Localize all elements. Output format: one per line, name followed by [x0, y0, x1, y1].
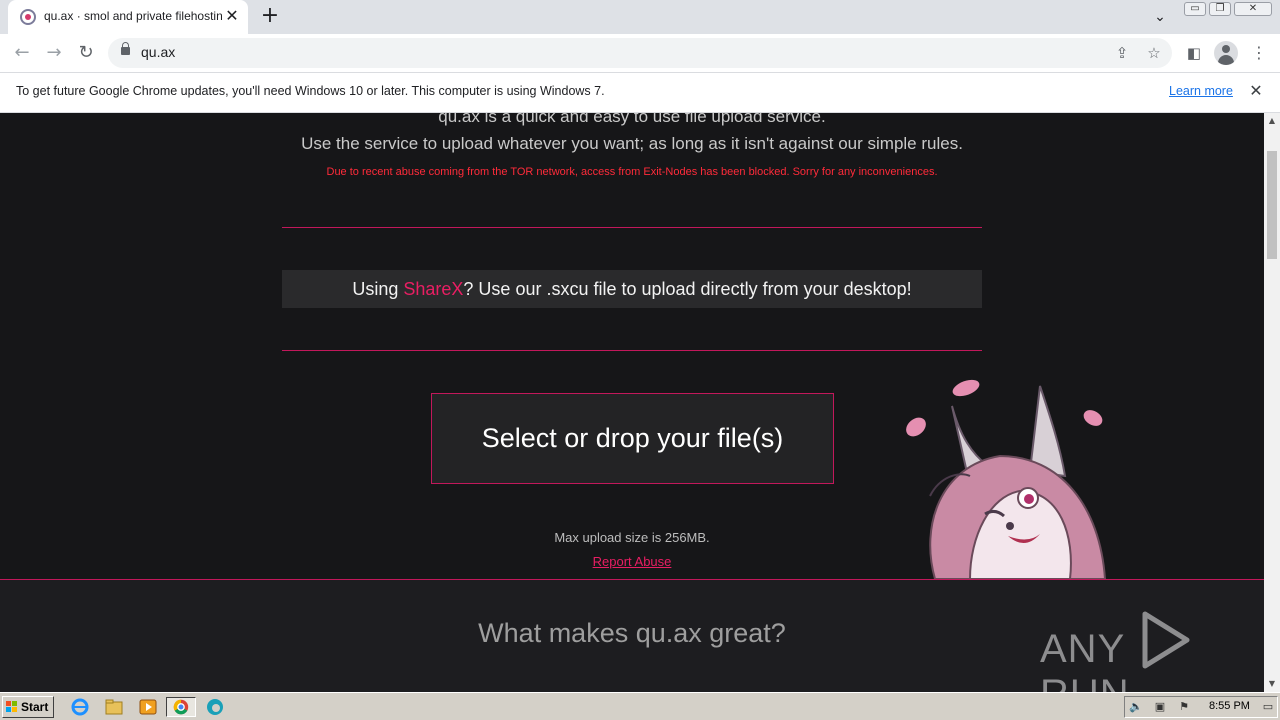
sharex-prefix: Using [352, 279, 404, 299]
learn-more-link[interactable]: Learn more [1169, 84, 1233, 98]
edge-icon[interactable] [204, 697, 226, 717]
intro-line-2: Use the service to upload whatever you w… [301, 134, 963, 153]
kebab-menu-icon[interactable]: ⋮ [1248, 42, 1270, 64]
infobar-message: To get future Google Chrome updates, you… [16, 84, 605, 98]
file-dropzone-button[interactable]: Select or drop your file(s) [431, 393, 834, 484]
tab-title: qu.ax · smol and private filehosting [44, 9, 222, 23]
page-viewport: qu.ax is a quick and easy to use file up… [0, 113, 1264, 692]
file-explorer-icon[interactable] [103, 697, 125, 717]
profile-avatar-icon[interactable] [1214, 41, 1238, 65]
watermark-text-left: ANY [1040, 627, 1125, 671]
watermark-text-right: RUN [1040, 672, 1130, 692]
scroll-down-arrow-icon[interactable]: ▼ [1264, 676, 1280, 692]
action-center-flag-icon[interactable]: ⚑ [1177, 700, 1191, 714]
system-tray: 🔈 ▣ ⚑ 8:55 PM ▭ [1124, 696, 1278, 718]
browser-tab[interactable]: qu.ax · smol and private filehosting ✕ [8, 0, 248, 34]
page-scrollbar[interactable]: ▲ ▼ [1264, 113, 1280, 692]
sharex-banner: Using ShareX? Use our .sxcu file to uplo… [282, 270, 982, 308]
internet-explorer-icon[interactable] [69, 697, 91, 717]
play-triangle-icon [1142, 611, 1190, 669]
media-player-icon[interactable] [137, 697, 159, 717]
new-tab-button[interactable]: + [258, 5, 282, 29]
clock[interactable]: 8:55 PM [1209, 700, 1250, 712]
back-arrow-icon[interactable]: ← [9, 40, 35, 66]
anyrun-watermark: ANY RUN [1040, 610, 1264, 692]
scroll-up-arrow-icon[interactable]: ▲ [1264, 113, 1280, 129]
features-section: What makes qu.ax great? ANY RUN [0, 579, 1264, 692]
site-favicon-icon [20, 9, 36, 25]
share-icon[interactable]: ⇪ [1112, 43, 1132, 63]
lock-icon[interactable] [121, 42, 130, 55]
report-abuse-link[interactable]: Report Abuse [0, 554, 1264, 569]
update-infobar: To get future Google Chrome updates, you… [0, 72, 1280, 113]
window-maximize-button[interactable]: ❐ [1209, 2, 1231, 16]
scrollbar-thumb[interactable] [1267, 151, 1277, 259]
tor-notice: Due to recent abuse coming from the TOR … [326, 166, 938, 178]
sharex-suffix[interactable]: ? Use our .sxcu file to upload directly … [463, 279, 911, 299]
taskbar: Start 🔈 ▣ ⚑ 8:55 PM ▭ [0, 692, 1280, 720]
start-label: Start [21, 700, 49, 714]
bookmark-star-icon[interactable]: ☆ [1144, 43, 1164, 63]
max-upload-size: Max upload size is 256MB. [554, 530, 710, 545]
tab-search-chevron-icon[interactable]: ⌄ [1150, 7, 1170, 27]
tab-strip: qu.ax · smol and private filehosting ✕ +… [0, 0, 1280, 34]
divider [282, 227, 982, 228]
start-button[interactable]: Start [2, 696, 54, 718]
mascot-image [906, 379, 1107, 579]
tab-close-icon[interactable]: ✕ [222, 6, 242, 26]
divider [282, 350, 982, 351]
window-close-button[interactable]: ✕ [1234, 2, 1272, 16]
url-text[interactable]: qu.ax [141, 44, 175, 60]
volume-icon[interactable]: 🔈 [1129, 700, 1143, 714]
side-panel-icon[interactable]: ◧ [1183, 42, 1205, 64]
window-minimize-button[interactable]: ▭ [1184, 2, 1206, 16]
address-bar[interactable]: qu.ax ⇪ ☆ [108, 38, 1172, 68]
intro-line-1: qu.ax is a quick and easy to use file up… [438, 113, 826, 126]
sharex-link[interactable]: ShareX [403, 279, 463, 299]
chrome-icon[interactable] [166, 697, 196, 717]
forward-arrow-icon[interactable]: → [41, 40, 67, 66]
browser-toolbar: ← → ↻ qu.ax ⇪ ☆ ◧ ⋮ [0, 34, 1280, 72]
show-desktop-icon[interactable]: ▭ [1261, 700, 1275, 714]
reload-icon[interactable]: ↻ [73, 40, 99, 66]
network-icon[interactable]: ▣ [1153, 700, 1167, 714]
windows-logo-icon [6, 701, 17, 712]
infobar-close-icon[interactable]: ✕ [1246, 81, 1266, 101]
